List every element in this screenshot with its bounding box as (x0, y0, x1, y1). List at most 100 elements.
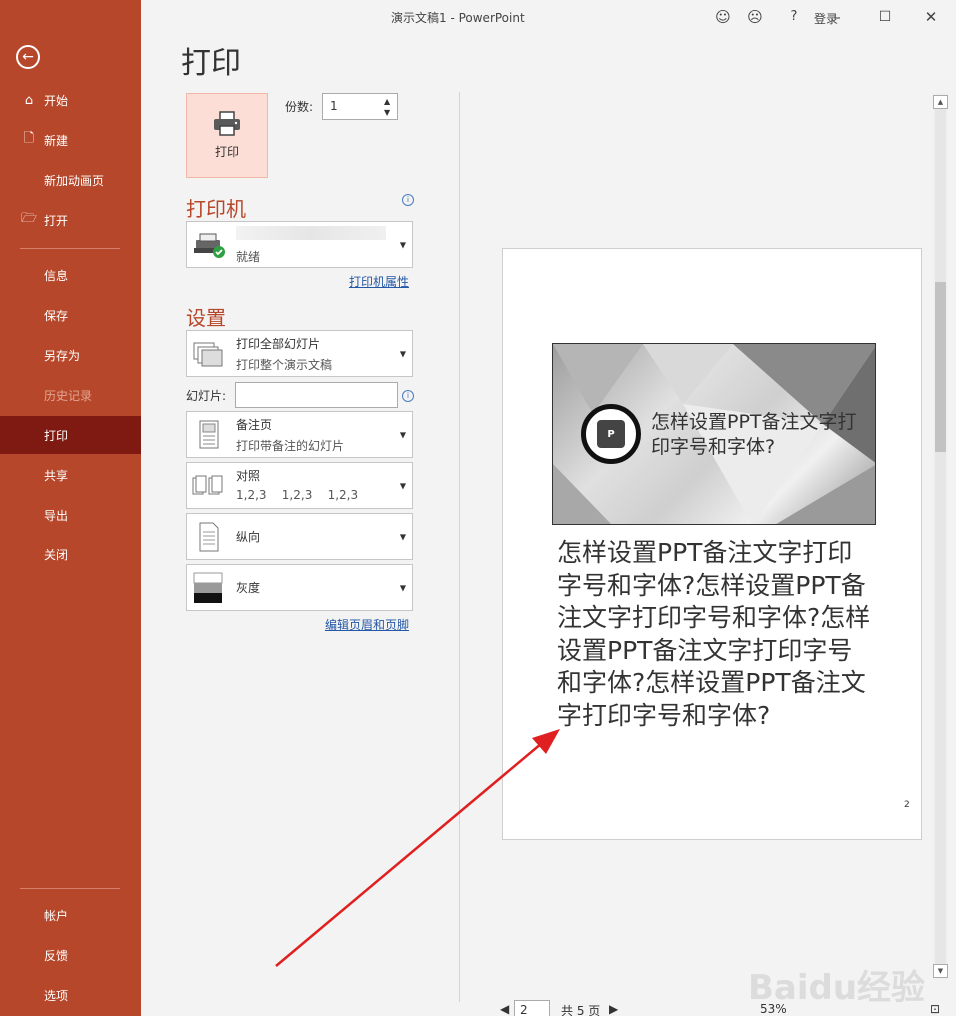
color-dropdown[interactable]: 灰度 ▼ (186, 564, 413, 611)
prev-page-icon[interactable]: ◀ (500, 1002, 509, 1016)
sidebar-item-info[interactable]: 信息 (0, 256, 141, 294)
print-layout-sub: 打印带备注的幻灯片 (236, 439, 345, 453)
sidebar-item-label: 帐户 (44, 908, 69, 923)
sidebar-item-label: 历史记录 (44, 388, 93, 403)
sidebar-item-print[interactable]: 打印 (0, 416, 141, 454)
sidebar-item-label: 信息 (44, 268, 69, 283)
frown-icon[interactable]: ☹ (745, 7, 765, 27)
sidebar-item-label: 保存 (44, 308, 69, 323)
portrait-page-icon (199, 522, 219, 551)
copies-value: 1 (330, 99, 338, 113)
sidebar-item-label: 新加动画页 (44, 173, 105, 188)
scrollbar-track[interactable] (935, 108, 946, 965)
sidebar-item-label: 共享 (44, 468, 69, 483)
sidebar-item-options[interactable]: 选项 (0, 976, 141, 1014)
notes-text: 怎样设置PPT备注文字打印字号和字体?怎样设置PPT备注文字打印字号和字体?怎样… (557, 538, 871, 730)
sidebar-item-label: 反馈 (44, 948, 69, 963)
powerpoint-logo-icon: P (581, 404, 641, 464)
sidebar-item-label: 打印 (44, 428, 69, 443)
chevron-down-icon: ▼ (399, 430, 406, 439)
sidebar-divider (20, 248, 120, 249)
sidebar-item-new[interactable]: 🗋 新建 (0, 121, 141, 159)
collate-main: 对照 (236, 469, 261, 483)
chevron-down-icon: ▼ (399, 481, 406, 490)
page-number: 2 (904, 800, 910, 810)
sidebar-item-share[interactable]: 共享 (0, 456, 141, 494)
sidebar-item-account[interactable]: 帐户 (0, 896, 141, 934)
minimize-icon[interactable]: – (827, 7, 847, 27)
print-layout-dropdown[interactable]: 备注页 打印带备注的幻灯片 ▼ (186, 411, 413, 458)
slides-label: 幻灯片: (186, 389, 227, 403)
orientation-main: 纵向 (236, 530, 261, 544)
fit-page-icon[interactable]: ⊡ (930, 1002, 940, 1016)
print-preview-page: P 怎样设置PPT备注文字打印字号和字体? 怎样设置PPT备注文字打印字号和字体… (502, 248, 922, 840)
title-bar: 演示文稿1 - PowerPoint 登录 ☺ ☹ ? – ☐ ✕ (141, 0, 956, 34)
new-doc-icon: 🗋 (23, 131, 35, 146)
copies-input[interactable]: 1 ▲ ▼ (322, 93, 398, 120)
edit-header-footer-link[interactable]: 编辑页眉和页脚 (325, 616, 409, 633)
sidebar-item-label: 导出 (44, 508, 69, 523)
scroll-up-icon[interactable]: ▲ (933, 95, 948, 109)
home-icon: ⌂ (24, 92, 34, 108)
sidebar-item-open[interactable]: 🗁 打开 (0, 201, 141, 239)
next-page-icon[interactable]: ▶ (609, 1002, 618, 1016)
sidebar-item-save[interactable]: 保存 (0, 296, 141, 334)
info-icon[interactable]: i (402, 390, 414, 402)
printer-device-icon (194, 233, 225, 258)
sidebar-item-home[interactable]: ⌂ 开始 (0, 81, 141, 119)
sidebar-item-new-animation[interactable]: 新加动画页 (0, 161, 141, 199)
backstage-sidebar: ← ⌂ 开始 🗋 新建 新加动画页 🗁 打开 信息 保存 另存为 历史记录 打印… (0, 0, 141, 1016)
close-icon[interactable]: ✕ (921, 7, 941, 27)
print-range-main: 打印全部幻灯片 (236, 337, 321, 351)
settings-section-title: 设置 (186, 306, 226, 330)
slide-thumbnail: P 怎样设置PPT备注文字打印字号和字体? (552, 343, 876, 525)
print-button-label: 打印 (214, 145, 239, 159)
copies-spinner[interactable]: ▲ ▼ (384, 96, 394, 118)
grayscale-icon (193, 572, 223, 603)
printer-properties-link[interactable]: 打印机属性 (349, 273, 409, 290)
open-folder-icon: 🗁 (21, 211, 38, 226)
chevron-down-icon: ▼ (399, 532, 406, 541)
print-button[interactable]: 打印 (186, 93, 268, 178)
chevron-down-icon: ▼ (399, 349, 406, 358)
slide-title: 怎样设置PPT备注文字打印字号和字体? (651, 411, 857, 458)
printer-icon (214, 111, 240, 136)
window-title: 演示文稿1 - PowerPoint (391, 11, 525, 25)
print-range-dropdown[interactable]: 打印全部幻灯片 打印整个演示文稿 ▼ (186, 330, 413, 377)
sidebar-divider (20, 888, 120, 889)
total-pages: 共 5 页 (561, 1004, 601, 1016)
info-icon[interactable]: i (402, 194, 414, 206)
print-range-sub: 打印整个演示文稿 (236, 358, 333, 372)
collate-dropdown[interactable]: 对照 1,2,3 1,2,3 1,2,3 ▼ (186, 462, 413, 509)
maximize-icon[interactable]: ☐ (875, 7, 895, 27)
sidebar-item-save-as[interactable]: 另存为 (0, 336, 141, 374)
collate-sub: 1,2,3 1,2,3 1,2,3 (236, 488, 359, 502)
panel-divider (459, 92, 460, 1002)
help-button[interactable]: ? (784, 7, 804, 27)
printer-status: 就绪 (236, 250, 261, 264)
back-arrow-icon[interactable]: ← (16, 45, 40, 69)
sidebar-item-label: 打开 (44, 213, 69, 228)
sidebar-item-feedback[interactable]: 反馈 (0, 936, 141, 974)
scrollbar-thumb[interactable] (935, 282, 946, 452)
copies-label: 份数: (285, 100, 314, 114)
sidebar-item-export[interactable]: 导出 (0, 496, 141, 534)
current-page: 2 (520, 1003, 528, 1016)
smile-icon[interactable]: ☺ (713, 7, 733, 27)
page-input[interactable]: 2 (514, 1000, 550, 1016)
orientation-dropdown[interactable]: 纵向 ▼ (186, 513, 413, 560)
sidebar-item-label: 开始 (44, 93, 69, 108)
slides-input[interactable] (235, 382, 398, 408)
chevron-down-icon: ▼ (399, 240, 406, 249)
printer-section-title: 打印机 (186, 197, 246, 221)
collate-icon (192, 475, 223, 494)
color-main: 灰度 (236, 581, 261, 595)
print-layout-main: 备注页 (236, 418, 273, 432)
scroll-down-icon[interactable]: ▼ (933, 964, 948, 978)
sidebar-item-close[interactable]: 关闭 (0, 535, 141, 573)
page-title: 打印 (181, 46, 241, 81)
printer-dropdown[interactable]: 就绪 ▼ (186, 221, 413, 268)
sidebar-item-label: 关闭 (44, 547, 69, 562)
all-slides-icon (193, 342, 223, 366)
notes-page-icon (199, 420, 219, 448)
